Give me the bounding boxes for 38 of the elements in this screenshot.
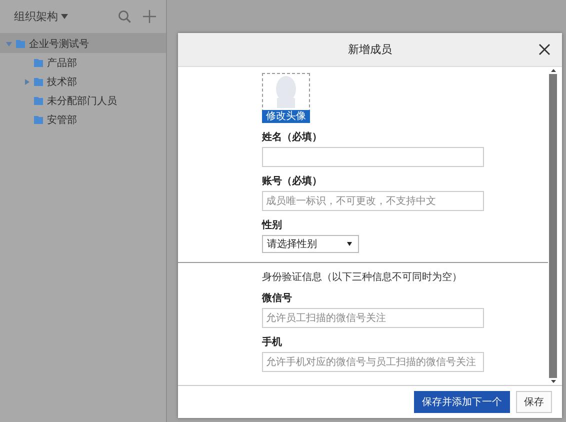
input-field[interactable]: 成员唯一标识，不可更改，不支持中文 [262, 191, 484, 211]
tree-item[interactable]: 技术部 [0, 72, 166, 91]
field-label: 微信号 [262, 292, 293, 305]
tree-item[interactable]: 安管部 [0, 110, 166, 129]
field-label: 性别 [262, 218, 283, 232]
save-button[interactable]: 保存 [516, 391, 552, 413]
field-label: 手机 [262, 336, 283, 349]
field-label: 账号（必填） [262, 174, 323, 188]
plus-icon[interactable] [143, 10, 156, 23]
folder-icon [34, 116, 43, 124]
search-icon[interactable] [118, 10, 131, 23]
dialog-title: 新增成员 [348, 42, 392, 57]
folder-icon [34, 96, 43, 104]
tree-label: 未分配部门人员 [47, 94, 117, 108]
sidebar-title[interactable]: 组织架构 [14, 9, 106, 24]
save-and-add-next-button[interactable]: 保存并添加下一个 [414, 391, 510, 413]
folder-icon [34, 78, 43, 86]
field-label: 姓名（必填） [262, 130, 323, 144]
folder-icon [16, 40, 25, 48]
tree-label: 安管部 [47, 114, 77, 126]
caret-icon[interactable] [61, 14, 68, 19]
tree-item[interactable]: 产品部 [0, 53, 166, 72]
close-icon[interactable] [539, 44, 550, 55]
folder-icon [34, 58, 43, 66]
caret-icon [347, 242, 352, 246]
input-field[interactable]: 允许员工扫描的微信号关注 [262, 308, 484, 328]
change-avatar-button[interactable]: 修改头像 [262, 110, 310, 123]
tree-item[interactable]: 未分配部门人员 [0, 91, 166, 110]
input-field[interactable]: 允许手机对应的微信号与员工扫描的微信号关注 [262, 352, 484, 372]
person-silhouette-icon [275, 76, 297, 108]
scroll-up-icon[interactable] [550, 69, 556, 72]
gender-dropdown[interactable]: 请选择性别 [262, 235, 359, 253]
tree-label: 产品部 [47, 56, 77, 70]
section-heading: 身份验证信息（以下三种信息不可同时为空） [262, 270, 463, 284]
tree-item[interactable]: 企业号测试号 [0, 34, 166, 53]
tree-label: 企业号测试号 [29, 38, 89, 50]
scroll-down-icon[interactable] [550, 380, 556, 383]
tree-label: 技术部 [47, 76, 77, 88]
